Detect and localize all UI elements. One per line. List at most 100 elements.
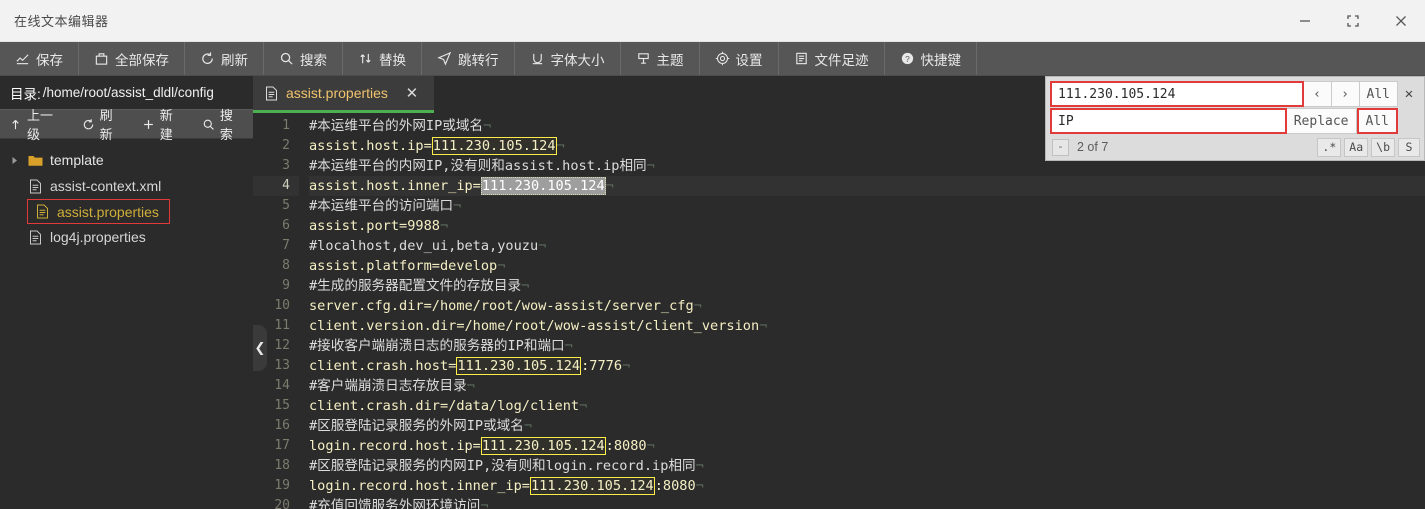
find-options: .* Aa \b S [1317, 138, 1420, 157]
code-line[interactable]: #接收客户端崩溃日志的服务器的IP和端口¬ [309, 336, 1425, 356]
regex-toggle[interactable]: .* [1317, 138, 1341, 157]
toolbar-search[interactable]: 搜索 [264, 42, 343, 75]
code-line[interactable]: #客户端崩溃日志存放目录¬ [309, 376, 1425, 396]
theme-icon [636, 51, 651, 66]
maximize-button[interactable] [1329, 0, 1377, 41]
line-number: 8 [253, 256, 299, 276]
toolbar-save-all[interactable]: 全部保存 [79, 42, 185, 75]
eol-marker: ¬ [480, 498, 488, 509]
line-number: 16 [253, 416, 299, 436]
search-icon [202, 118, 215, 131]
code-line[interactable]: #区服登陆记录服务的内网IP,没有则和login.record.ip相同¬ [309, 456, 1425, 476]
code-line[interactable]: login.record.host.ip=111.230.105.124:808… [309, 436, 1425, 456]
match-case-toggle[interactable]: Aa [1344, 138, 1368, 157]
file-toolbar-parent-dir[interactable]: 上一级 [0, 105, 73, 143]
code-line[interactable]: #区服登陆记录服务的外网IP或域名¬ [309, 416, 1425, 436]
code-text: assist.host.ip= [309, 138, 432, 154]
tree-item-assist-properties[interactable]: assist.properties [27, 199, 170, 224]
toolbar-refresh[interactable]: 刷新 [185, 42, 264, 75]
code-line[interactable]: assist.platform=develop¬ [309, 256, 1425, 276]
tree-item-assist-context-xml[interactable]: assist-context.xml [0, 173, 253, 199]
goto-line-icon [437, 51, 452, 66]
code-line[interactable]: #本运维平台的访问端口¬ [309, 196, 1425, 216]
code-line[interactable]: server.cfg.dir=/home/root/wow-assist/ser… [309, 296, 1425, 316]
tree-item-label: template [50, 152, 104, 168]
file-toolbar-new[interactable]: 新建 [133, 105, 193, 143]
replace-input[interactable] [1052, 114, 1285, 129]
eol-marker: ¬ [524, 418, 532, 434]
code-line[interactable]: assist.host.inner_ip=111.230.105.124¬ [309, 176, 1425, 196]
toolbar-goto-line[interactable]: 跳转行 [422, 42, 515, 75]
find-replace-panel: ‹ › All ✕ Replace All [1045, 76, 1425, 161]
tree-item-label: assist-context.xml [50, 178, 161, 194]
eol-marker: ¬ [647, 158, 655, 174]
close-button[interactable] [1377, 0, 1425, 41]
code-text: #区服登陆记录服务的外网IP或域名 [309, 418, 524, 434]
chevron-right-icon[interactable] [10, 156, 20, 165]
tab-close-icon[interactable]: ✕ [404, 84, 420, 102]
toolbar-replace[interactable]: 替换 [343, 42, 422, 75]
code-text: :7776 [581, 358, 622, 374]
replace-button[interactable]: Replace [1287, 108, 1357, 134]
sidebar-collapse-handle[interactable]: ❮ [253, 325, 267, 371]
replace-all-button[interactable]: All [1357, 108, 1398, 134]
line-number: 1 [253, 116, 299, 136]
replace-row: Replace All [1050, 108, 1420, 134]
find-input-wrapper[interactable] [1050, 81, 1304, 107]
toolbar-settings[interactable]: 设置 [700, 42, 779, 75]
shortcut-icon: ? [900, 51, 915, 66]
code-line[interactable]: client.crash.host=111.230.105.124:7776¬ [309, 356, 1425, 376]
toolbar-file-trace[interactable]: 文件足迹 [779, 42, 885, 75]
code-text: #localhost,dev_ui,beta,youzu [309, 238, 538, 254]
code-text: client.crash.dir=/data/log/client [309, 398, 579, 414]
file-toolbar-search[interactable]: 搜索 [193, 105, 253, 143]
code-line[interactable]: #生成的服务器配置文件的存放目录¬ [309, 276, 1425, 296]
toolbar-theme[interactable]: 主题 [621, 42, 700, 75]
file-toolbar-refresh[interactable]: 刷新 [73, 105, 133, 143]
code-content[interactable]: #本运维平台的外网IP或域名¬assist.host.ip=111.230.10… [299, 113, 1425, 509]
find-collapse-button[interactable]: - [1052, 139, 1069, 156]
code-line[interactable]: client.crash.dir=/data/log/client¬ [309, 396, 1425, 416]
plus-icon [142, 118, 155, 131]
toolbar-font-size[interactable]: 字体大小 [515, 42, 621, 75]
code-line[interactable]: login.record.host.inner_ip=111.230.105.1… [309, 476, 1425, 496]
toolbar-save-label: 保存 [36, 49, 63, 69]
toolbar-shortcut-label: 快捷键 [921, 49, 962, 69]
eol-marker: ¬ [467, 378, 475, 394]
find-all-button[interactable]: All [1360, 81, 1398, 107]
line-number: 17 [253, 436, 299, 456]
find-next-button[interactable]: › [1332, 81, 1360, 107]
line-number: 3 [253, 156, 299, 176]
eol-marker: ¬ [565, 338, 573, 354]
tree-item-template[interactable]: template [0, 147, 253, 173]
toolbar-shortcut[interactable]: ? 快捷键 [885, 42, 978, 75]
selection-scope-toggle[interactable]: S [1398, 138, 1420, 157]
find-prev-button[interactable]: ‹ [1304, 81, 1332, 107]
tree-item-log4j-properties[interactable]: log4j.properties [0, 224, 253, 250]
minimize-button[interactable] [1281, 0, 1329, 41]
whole-word-toggle[interactable]: \b [1371, 138, 1395, 157]
replace-icon [358, 51, 373, 66]
tab-assist-properties[interactable]: assist.properties ✕ [253, 76, 434, 113]
folder-icon [27, 154, 43, 167]
toolbar-save[interactable]: 保存 [0, 42, 79, 75]
line-number: 15 [253, 396, 299, 416]
code-line[interactable]: client.version.dir=/home/root/wow-assist… [309, 316, 1425, 336]
line-number: 19 [253, 476, 299, 496]
search-match-current: 111.230.105.124 [481, 177, 606, 195]
eol-marker: ¬ [647, 438, 655, 454]
search-icon [279, 51, 294, 66]
code-text: #客户端崩溃日志存放目录 [309, 378, 467, 394]
code-area[interactable]: ❮ 1234567891011121314151617181920212223 … [253, 113, 1425, 509]
find-input[interactable] [1052, 87, 1302, 102]
code-line[interactable]: #充值回馈服务外网环境访问¬ [309, 496, 1425, 509]
tree-item-label: assist.properties [57, 204, 159, 220]
replace-input-wrapper[interactable] [1050, 108, 1287, 134]
find-nav-buttons: ‹ › All [1304, 81, 1398, 107]
line-number: 18 [253, 456, 299, 476]
code-line[interactable]: #localhost,dev_ui,beta,youzu¬ [309, 236, 1425, 256]
find-close-button[interactable]: ✕ [1398, 81, 1420, 107]
code-line[interactable]: assist.port=9988¬ [309, 216, 1425, 236]
search-match: 111.230.105.124 [481, 437, 606, 455]
eol-marker: ¬ [440, 218, 448, 234]
